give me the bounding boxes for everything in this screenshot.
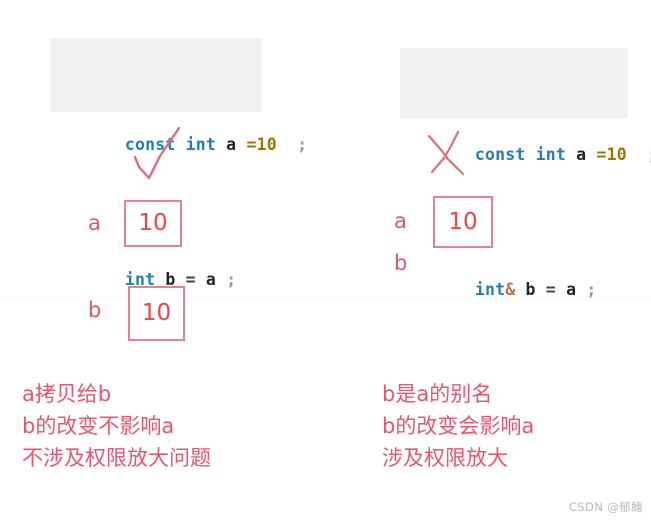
code-token-ampersand: &	[505, 280, 516, 299]
annotation-line: b的改变会影响a	[382, 414, 535, 438]
variable-label-b: b	[88, 298, 102, 322]
code-token-keyword-int: int	[535, 145, 567, 164]
code-token-identifier-a: a	[566, 280, 577, 299]
value-box-a: 10	[433, 196, 493, 248]
annotation-line: 不涉及权限放大问题	[22, 446, 211, 470]
code-token-keyword-const: const	[474, 145, 526, 164]
annotation-line: a拷贝给b	[22, 382, 112, 406]
annotation-group-reference: b是a的别名 b的改变会影响a 涉及权限放大	[382, 378, 534, 474]
variable-label-a: a	[88, 211, 101, 235]
variable-label-a: a	[394, 209, 407, 233]
code-token-semicolon: ;	[226, 270, 237, 289]
code-block-copy-semantics: const int a =10 ; int b = a ;	[50, 38, 307, 289]
code-token-number-assign: =10	[246, 135, 277, 154]
check-mark-icon	[133, 125, 195, 185]
annotation-line: 涉及权限放大	[382, 446, 508, 470]
code-token-identifier-a: a	[226, 135, 237, 154]
code-token-operator-equals: =	[545, 280, 556, 299]
slide-canvas: const int a =10 ; int b = a ; a 10 b 10 …	[0, 0, 651, 522]
code-block-reference-semantics: const int a =10 ; int& b = a ;	[400, 48, 651, 299]
code-token-identifier-b: b	[525, 280, 536, 299]
code-token-semicolon: ;	[586, 280, 597, 299]
value-box-b: 10	[128, 286, 185, 341]
csdn-watermark: CSDN @郁鳍	[568, 500, 643, 514]
annotation-line: b的改变不影响a	[22, 414, 175, 438]
variable-label-b: b	[394, 251, 408, 275]
cross-mark-icon	[424, 130, 474, 178]
code-token-semicolon: ;	[297, 135, 308, 154]
value-box-a-text: 10	[138, 210, 168, 236]
code-line: int& b = a ;	[414, 249, 614, 330]
value-box-a-text: 10	[448, 208, 478, 235]
code-token-semicolon: ;	[647, 145, 651, 164]
value-box-a: 10	[124, 200, 182, 247]
code-token-identifier-a: a	[205, 270, 217, 289]
code-token-operator-equals: =	[185, 270, 196, 289]
annotation-group-copy: a拷贝给b b的改变不影响a 不涉及权限放大问题	[22, 378, 211, 474]
code-token-keyword-int: int	[474, 280, 506, 299]
code-token-number-assign: =10	[596, 145, 627, 164]
code-token-identifier-a: a	[576, 145, 587, 164]
value-box-b-text: 10	[141, 300, 172, 326]
annotation-line: b是a的别名	[382, 382, 493, 406]
